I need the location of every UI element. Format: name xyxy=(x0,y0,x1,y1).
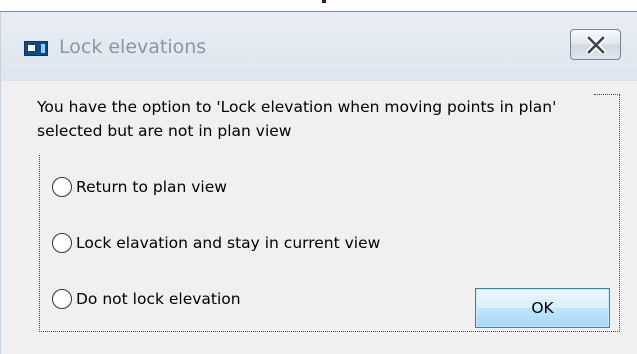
radio-button[interactable] xyxy=(52,233,72,253)
background-mark xyxy=(322,0,326,3)
option-label: Lock elavation and stay in current view xyxy=(76,234,381,252)
app-window-icon xyxy=(24,41,48,56)
radio-button[interactable] xyxy=(52,289,72,309)
dialog-title: Lock elevations xyxy=(59,36,207,58)
focus-outline xyxy=(39,155,40,332)
focus-outline xyxy=(619,94,620,332)
focus-outline xyxy=(594,94,620,95)
close-x-icon xyxy=(586,36,606,54)
option-do-not-lock[interactable]: Do not lock elevation xyxy=(52,287,241,311)
focus-outline xyxy=(39,331,620,332)
option-label: Do not lock elevation xyxy=(76,290,241,308)
option-lock-and-stay[interactable]: Lock elavation and stay in current view xyxy=(52,231,380,255)
radio-button[interactable] xyxy=(52,177,72,197)
option-label: Return to plan view xyxy=(76,178,227,196)
screen: Lock elevations You have the option to '… xyxy=(0,0,637,354)
close-button[interactable] xyxy=(570,29,621,60)
dialog-message: You have the option to 'Lock elevation w… xyxy=(37,98,557,140)
dialog-titlebar[interactable]: Lock elevations xyxy=(1,12,637,81)
option-return-to-plan-view[interactable]: Return to plan view xyxy=(52,175,227,199)
ok-button[interactable]: OK xyxy=(475,288,610,328)
